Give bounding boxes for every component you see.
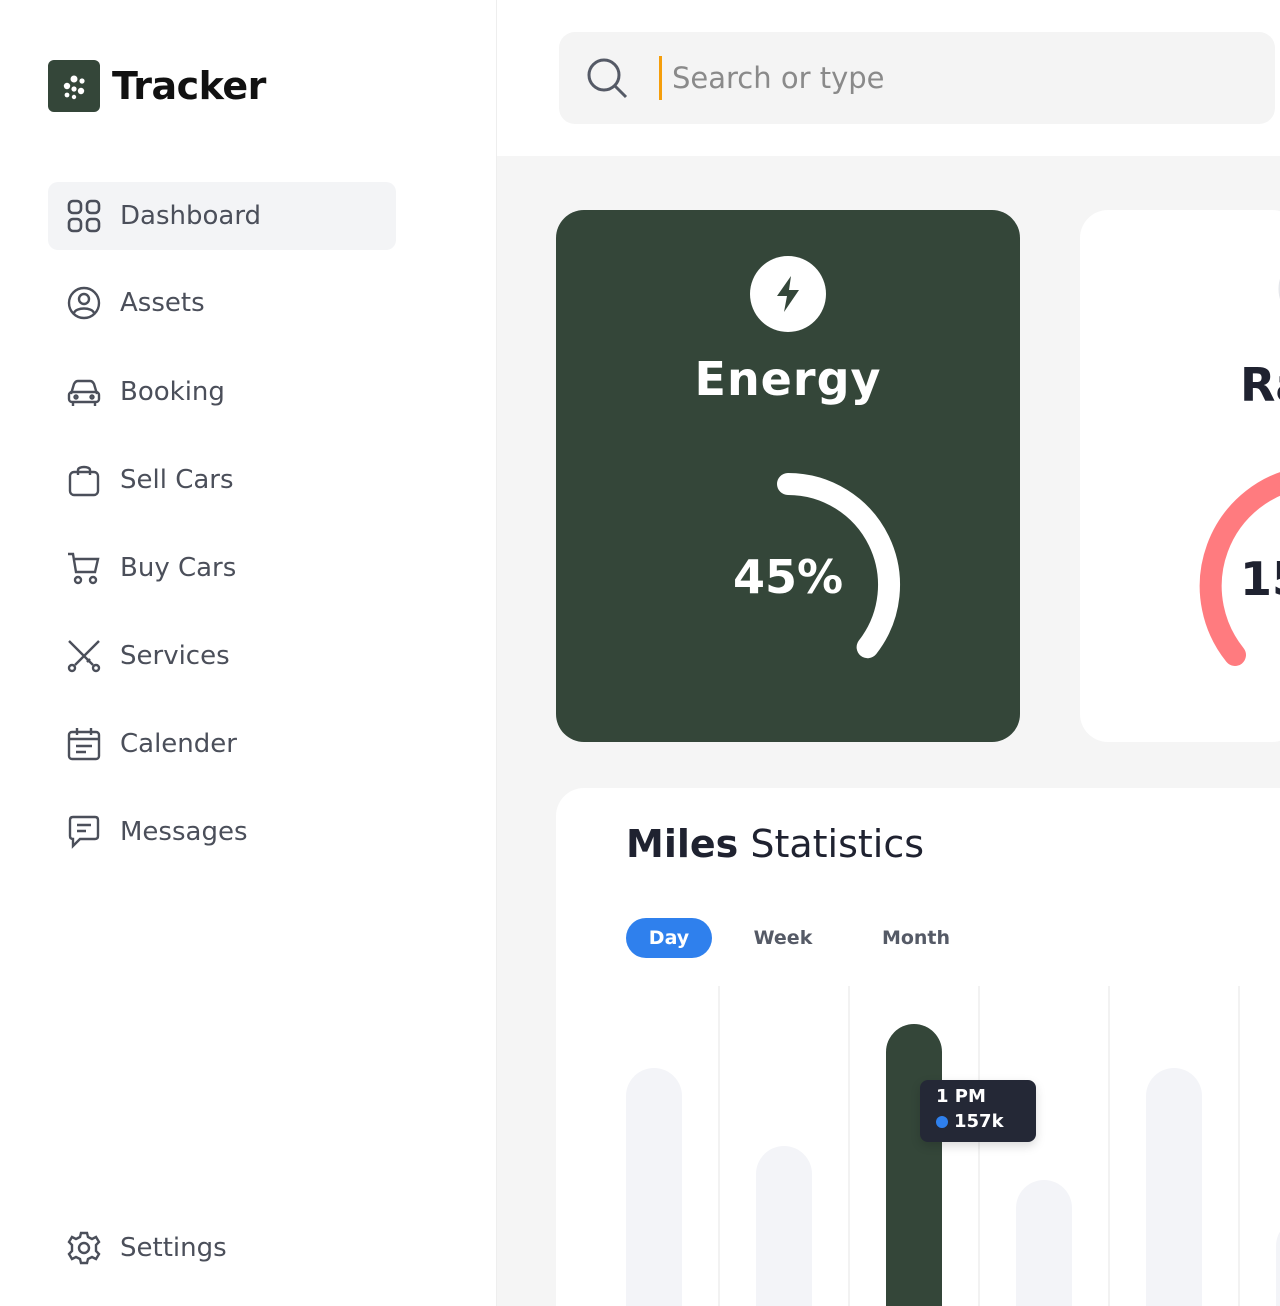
steering-wheel-icon <box>66 285 102 321</box>
energy-card[interactable]: Energy 45% <box>556 210 1020 742</box>
cart-icon <box>66 550 102 586</box>
chart-bar[interactable] <box>1276 1218 1280 1306</box>
sidebar-item-label: Services <box>120 641 230 671</box>
text-caret <box>659 56 662 100</box>
tools-icon <box>66 638 102 674</box>
chart-bar[interactable] <box>756 1146 812 1306</box>
search-bar[interactable] <box>559 32 1275 124</box>
sidebar-item-dashboard[interactable]: Dashboard <box>48 182 396 250</box>
sidebar-item-label: Calender <box>120 729 237 759</box>
range-card[interactable]: Ra 15 <box>1080 210 1280 742</box>
sidebar-item-messages[interactable]: Messages <box>48 798 396 866</box>
sidebar-item-label: Messages <box>120 817 248 847</box>
calendar-icon <box>66 726 102 762</box>
miles-chart <box>626 986 1280 1306</box>
search-input[interactable] <box>672 61 1172 95</box>
miles-statistics-card: Miles Statistics Day Week Month 1 PM 157… <box>556 788 1280 1306</box>
brand-name: Tracker <box>112 64 266 108</box>
sidebar-item-settings[interactable]: Settings <box>48 1214 396 1282</box>
sidebar-item-label: Buy Cars <box>120 553 237 583</box>
brand[interactable]: Tracker <box>48 60 266 112</box>
sidebar-item-label: Booking <box>120 377 225 407</box>
chart-bar[interactable] <box>1016 1180 1072 1306</box>
chart-tooltip: 1 PM 157k <box>920 1080 1036 1142</box>
tooltip-value-row: 157k <box>936 1111 1036 1132</box>
sidebar-item-label: Sell Cars <box>120 465 234 495</box>
sidebar-item-sell-cars[interactable]: Sell Cars <box>48 446 396 514</box>
energy-gauge <box>777 473 901 659</box>
energy-value: 45% <box>732 550 844 604</box>
sidebar-item-label: Settings <box>120 1233 227 1263</box>
sidebar-item-buy-cars[interactable]: Buy Cars <box>48 534 396 602</box>
sidebar-item-label: Assets <box>120 288 205 318</box>
range-value: 15 <box>1240 552 1280 606</box>
series-dot <box>936 1115 948 1128</box>
car-icon <box>66 374 102 410</box>
sidebar-item-assets[interactable]: Assets <box>48 269 396 337</box>
chart-bar[interactable] <box>1146 1068 1202 1306</box>
range-title: Ra <box>1240 358 1280 412</box>
shopping-bag-icon <box>66 462 102 498</box>
range-gauge <box>1199 279 1280 666</box>
sidebar-item-booking[interactable]: Booking <box>48 358 396 426</box>
chart-bar[interactable] <box>886 1024 942 1306</box>
sidebar-item-calender[interactable]: Calender <box>48 710 396 778</box>
sidebar: Tracker Dashboard Assets Booking Sell Ca… <box>0 0 497 1306</box>
tooltip-value: 157k <box>954 1111 1004 1132</box>
gear-icon <box>66 1230 102 1266</box>
search-icon <box>587 58 628 99</box>
grid-icon <box>66 198 102 234</box>
tooltip-time: 1 PM <box>936 1086 986 1107</box>
header <box>497 0 1280 156</box>
logo-icon <box>48 60 100 112</box>
chart-bar[interactable] <box>626 1068 682 1306</box>
sidebar-item-services[interactable]: Services <box>48 622 396 690</box>
message-icon <box>66 814 102 850</box>
sidebar-item-label: Dashboard <box>120 201 262 231</box>
